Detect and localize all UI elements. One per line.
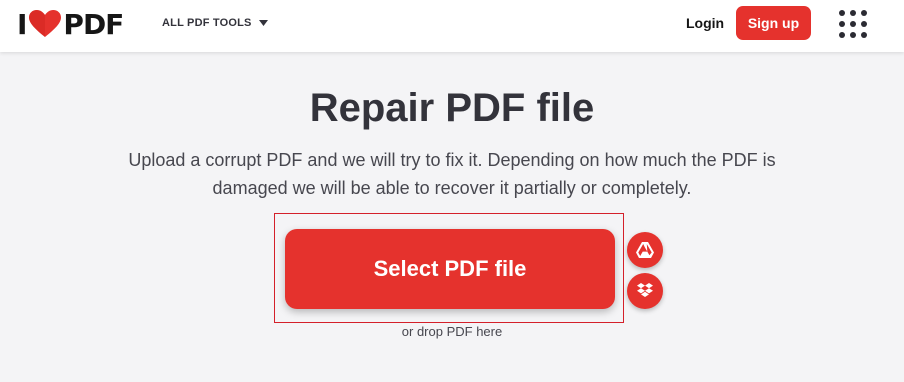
signup-button[interactable]: Sign up [736,6,811,40]
google-drive-icon [636,242,654,258]
ilovepdf-logo[interactable]: I PDF [17,7,124,41]
drop-hint-text: or drop PDF here [401,324,503,339]
apps-grid-icon[interactable] [839,10,867,38]
all-pdf-tools-label: ALL PDF TOOLS [162,17,252,29]
description-line-2: damaged we will be able to recover it pa… [212,178,692,198]
all-pdf-tools-menu[interactable]: ALL PDF TOOLS [162,17,268,29]
dropbox-button[interactable] [627,273,663,309]
select-pdf-file-button[interactable]: Select PDF file [285,229,615,309]
logo-letter-i: I [17,7,27,41]
page-title: Repair PDF file [309,86,595,130]
google-drive-button[interactable] [627,232,663,268]
login-link[interactable]: Login [686,15,724,31]
description-line-1: Upload a corrupt PDF and we will try to … [128,150,776,170]
dropbox-icon [636,283,654,299]
heart-icon [28,9,62,39]
chevron-down-icon [258,20,268,26]
top-navbar: I PDF ALL PDF TOOLS Login Sign up [0,0,904,52]
logo-text-pdf: PDF [63,7,124,41]
page-description: Upload a corrupt PDF and we will try to … [60,146,844,202]
